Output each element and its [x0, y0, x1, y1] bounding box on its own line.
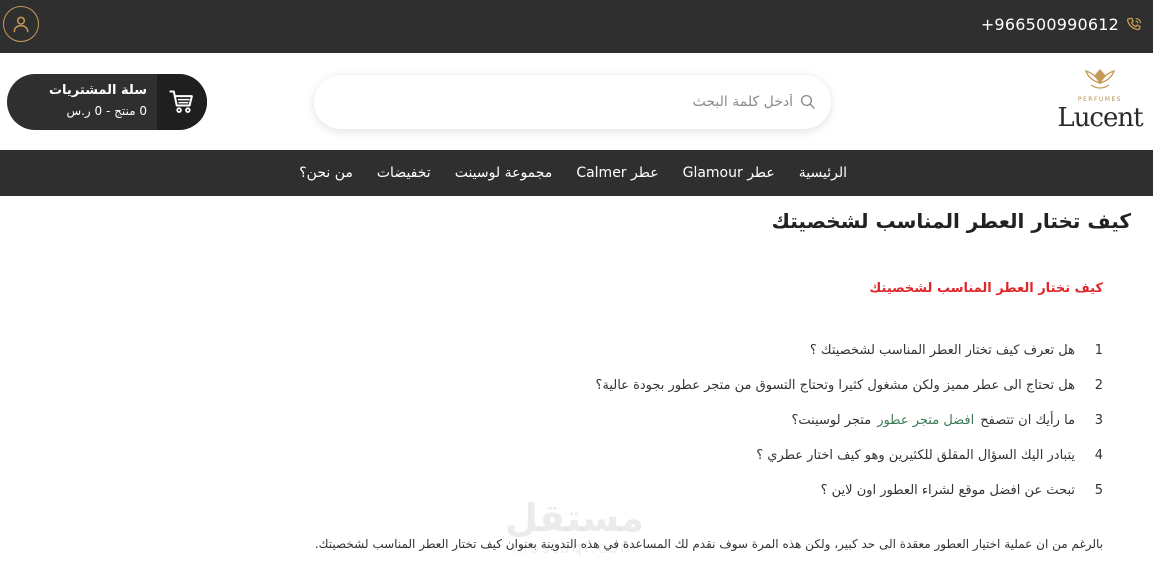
main-nav: الرئيسية عطر Glamour عطر Calmer مجموعة ل… [0, 150, 1153, 196]
phone-contact[interactable]: +966500990612 [981, 15, 1143, 34]
nav-item-lucent-collection[interactable]: مجموعة لوسينت [455, 165, 553, 181]
cart-summary: 0 منتج - 0 ر.س [66, 104, 147, 118]
list-text: متجر لوسينت؟ [791, 413, 872, 428]
list-text: تبحث عن افضل موقع لشراء العطور اون لاين … [820, 483, 1075, 498]
list-item: 1 هل تعرف كيف تختار العطر المناسب لشخصيت… [595, 333, 1103, 368]
cart-icon [169, 90, 193, 113]
list-item: 2 هل تحتاج الى عطر مميز ولكن مشغول كثيرا… [595, 368, 1103, 403]
account-button[interactable] [3, 6, 39, 42]
top-bar: +966500990612 [0, 0, 1153, 53]
list-text: يتبادر اليك السؤال المقلق للكثيرين وهو ك… [756, 448, 1075, 463]
list-text: ما رأيك ان تتصفح [980, 413, 1075, 428]
list-number: 5 [1094, 483, 1103, 498]
search-box [314, 75, 831, 129]
list-text: هل تحتاج الى عطر مميز ولكن مشغول كثيرا و… [595, 378, 1075, 393]
list-item: 5 تبحث عن افضل موقع لشراء العطور اون لاي… [595, 473, 1103, 508]
page-title: كيف تختار العطر المناسب لشخصيتك [771, 209, 1131, 233]
list-number: 4 [1094, 448, 1103, 463]
list-number: 2 [1094, 378, 1103, 393]
article-subheading: كيف تختار العطر المناسب لشخصيتك [869, 281, 1103, 296]
cart-title: سلة المشتريات [48, 83, 147, 98]
question-list: 1 هل تعرف كيف تختار العطر المناسب لشخصيت… [595, 333, 1103, 508]
list-text: هل تعرف كيف تختار العطر المناسب لشخصيتك … [809, 343, 1075, 358]
list-number: 3 [1094, 413, 1103, 428]
article-paragraph: بالرغم من ان عملية اختيار العطور معقدة ا… [314, 537, 1103, 551]
phone-icon [1126, 17, 1141, 30]
logo[interactable]: PERFUMES Lucent [1055, 67, 1145, 137]
header: PERFUMES Lucent سلة المشتريات 0 منتج - 0… [0, 53, 1153, 150]
list-item: 3 ما رأيك ان تتصفح افضل متجر عطور متجر ل… [595, 403, 1103, 438]
cart-icon-box[interactable] [157, 74, 207, 130]
logo-emblem-icon [1084, 69, 1116, 89]
nav-item-about[interactable]: من نحن؟ [299, 165, 353, 181]
logo-subtext: PERFUMES [1077, 96, 1123, 103]
phone-number[interactable]: +966500990612 [981, 15, 1119, 34]
search-input[interactable] [353, 88, 793, 116]
cart-button[interactable]: سلة المشتريات 0 منتج - 0 ر.س [7, 74, 207, 130]
nav-item-calmer[interactable]: عطر Calmer [576, 165, 658, 181]
nav-item-home[interactable]: الرئيسية [799, 165, 847, 181]
nav-item-glamour[interactable]: عطر Glamour [683, 165, 775, 181]
list-item: 4 يتبادر اليك السؤال المقلق للكثيرين وهو… [595, 438, 1103, 473]
logo-text: Lucent [1057, 103, 1143, 133]
list-number: 1 [1094, 343, 1103, 358]
nav-item-sales[interactable]: تخفيضات [377, 165, 431, 181]
search-icon[interactable] [799, 93, 817, 111]
user-icon [13, 16, 29, 33]
best-perfume-store-link[interactable]: افضل متجر عطور [877, 413, 974, 428]
nav-list: الرئيسية عطر Glamour عطر Calmer مجموعة ل… [299, 150, 847, 196]
